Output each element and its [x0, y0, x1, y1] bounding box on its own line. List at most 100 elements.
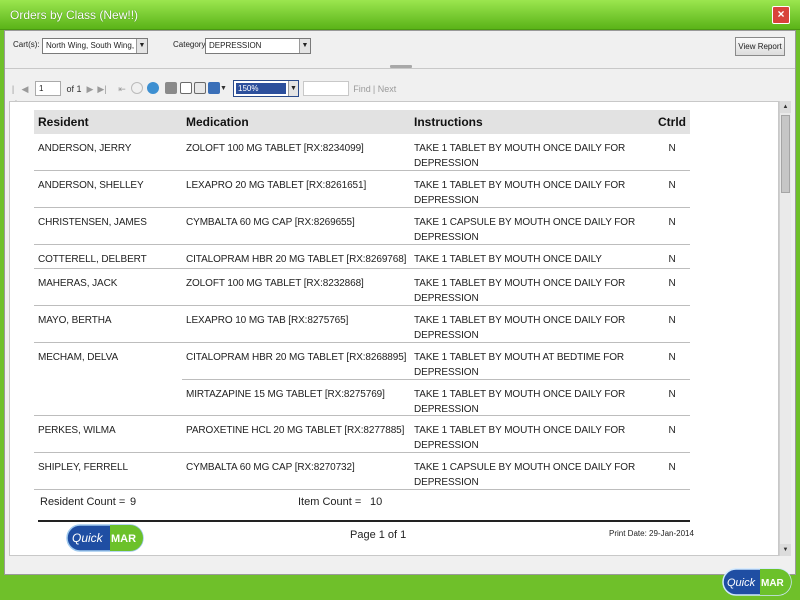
print-layout-icon[interactable] — [180, 82, 192, 94]
first-page-icon[interactable]: |◀ — [9, 82, 17, 108]
vertical-scrollbar[interactable]: ▲ ▼ — [779, 101, 791, 556]
logo-quick-text: Quick — [72, 531, 104, 545]
medication: ZOLOFT 100 MG TABLET [RX:8234099] — [186, 143, 364, 154]
table-row: SHIPLEY, FERRELL CYMBALTA 60 MG CAP [RX:… — [34, 453, 690, 490]
find-button[interactable]: Find — [353, 82, 371, 96]
quickmar-brand-logo: Quick MAR — [722, 568, 792, 596]
view-report-button[interactable]: View Report — [735, 37, 785, 56]
quickmar-logo: Quick MAR — [66, 524, 144, 552]
brand-mar-text: MAR — [761, 578, 785, 589]
page-number-input[interactable]: 1 — [35, 81, 61, 96]
export-dropdown-icon[interactable]: ▼ — [220, 82, 227, 96]
ctrld-flag: N — [668, 462, 676, 473]
medication: LEXAPRO 10 MG TAB [RX:8275765] — [186, 315, 349, 326]
table-row: ANDERSON, JERRY ZOLOFT 100 MG TABLET [RX… — [34, 134, 690, 171]
previous-page-icon[interactable]: ◀ — [21, 82, 29, 96]
resident-name: SHIPLEY, FERRELL — [38, 462, 128, 473]
logo-mar-text: MAR — [111, 533, 136, 545]
ctrld-flag: N — [668, 217, 676, 228]
table-header: Resident Medication Instructions Ctrld — [34, 110, 690, 134]
report-page: Resident Medication Instructions Ctrld A… — [9, 101, 779, 556]
medication: CYMBALTA 60 MG CAP [RX:8269655] — [186, 217, 355, 228]
resident-name: PERKES, WILMA — [38, 425, 116, 436]
instructions: TAKE 1 CAPSULE BY MOUTH ONCE DAILY FOR D… — [414, 217, 636, 243]
footer-rule — [38, 520, 690, 522]
ctrld-flag: N — [668, 425, 676, 436]
chevron-down-icon: ▼ — [288, 81, 298, 96]
instructions: TAKE 1 TABLET BY MOUTH ONCE DAILY FOR DE… — [414, 143, 626, 169]
close-button[interactable]: × — [772, 6, 790, 24]
instructions: TAKE 1 TABLET BY MOUTH AT BEDTIME FOR DE… — [414, 352, 625, 378]
export-icon[interactable] — [208, 82, 220, 94]
page-setup-icon[interactable] — [194, 82, 206, 94]
print-date: Print Date: 29-Jan-2014 — [609, 529, 694, 538]
print-icon[interactable] — [165, 82, 177, 94]
medication: ZOLOFT 100 MG TABLET [RX:8232868] — [186, 278, 364, 289]
column-header-resident: Resident — [38, 115, 89, 129]
medication: CITALOPRAM HBR 20 MG TABLET [RX:8268895] — [186, 352, 407, 363]
brand-quick-text: Quick — [727, 577, 756, 589]
instructions: TAKE 1 TABLET BY MOUTH ONCE DAILY FOR DE… — [414, 389, 626, 415]
report-totals: Resident Count = 9 Item Count = 10 — [38, 496, 694, 516]
medication: CYMBALTA 60 MG CAP [RX:8270732] — [186, 462, 355, 473]
ctrld-flag: N — [668, 180, 676, 191]
scroll-up-icon[interactable]: ▲ — [780, 101, 791, 113]
splitter-grip[interactable] — [390, 65, 412, 68]
medication: CITALOPRAM HBR 20 MG TABLET [RX:8269768] — [186, 254, 407, 265]
resident-count-label: Resident Count = — [40, 496, 126, 508]
table-row: MECHAM, DELVA CITALOPRAM HBR 20 MG TABLE… — [34, 343, 690, 416]
ctrld-flag: N — [668, 389, 676, 400]
chevron-down-icon: ▼ — [136, 39, 147, 53]
resident-count: 9 — [130, 496, 137, 508]
page-footer-label: Page 1 of 1 — [350, 529, 407, 541]
close-icon: × — [777, 7, 785, 21]
instructions: TAKE 1 TABLET BY MOUTH ONCE DAILY FOR DE… — [414, 180, 626, 206]
table-row: CHRISTENSEN, JAMES CYMBALTA 60 MG CAP [R… — [34, 208, 690, 245]
stop-icon[interactable] — [131, 82, 143, 94]
page-count: of 1 — [66, 84, 82, 94]
find-input[interactable] — [303, 81, 349, 96]
ctrld-flag: N — [668, 254, 676, 265]
medication: MIRTAZAPINE 15 MG TABLET [RX:8275769] — [186, 389, 385, 400]
column-header-medication: Medication — [186, 115, 249, 129]
zoom-select[interactable]: 150% ▼ — [233, 80, 299, 97]
category-select[interactable]: DEPRESSION ▼ — [205, 38, 311, 54]
ctrld-flag: N — [668, 143, 676, 154]
resident-name: MAYO, BERTHA — [38, 315, 112, 326]
item-count-label: Item Count = — [298, 496, 362, 508]
table-row: MAYO, BERTHA LEXAPRO 10 MG TAB [RX:82757… — [34, 306, 690, 343]
resident-name: MECHAM, DELVA — [38, 352, 119, 363]
resident-name: ANDERSON, JERRY — [38, 143, 132, 154]
next-button[interactable]: Next — [377, 82, 397, 96]
instructions: TAKE 1 CAPSULE BY MOUTH ONCE DAILY FOR D… — [414, 462, 636, 488]
medication: PAROXETINE HCL 20 MG TABLET [RX:8277885] — [186, 425, 405, 436]
order-subrow: MIRTAZAPINE 15 MG TABLET [RX:8275769] TA… — [182, 379, 690, 415]
table-row: COTTERELL, DELBERT CITALOPRAM HBR 20 MG … — [34, 245, 690, 269]
table-row: ANDERSON, SHELLEY LEXAPRO 20 MG TABLET [… — [34, 171, 690, 208]
carts-label: Cart(s): — [13, 40, 40, 49]
title-bar: Orders by Class (New!!) × — [0, 0, 800, 30]
report-toolbar: |◀ ◀ 1 of 1 ▶ ▶| ⇤ ▼ 150% ▼ Find | Next — [5, 79, 795, 108]
resident-name: ANDERSON, SHELLEY — [38, 180, 144, 191]
resident-name: MAHERAS, JACK — [38, 278, 118, 289]
next-page-icon[interactable]: ▶ — [86, 82, 94, 96]
category-label: Category — [173, 40, 206, 49]
carts-select[interactable]: North Wing, South Wing, West ▼ — [42, 38, 148, 54]
instructions: TAKE 1 TABLET BY MOUTH ONCE DAILY FOR DE… — [414, 315, 626, 341]
chevron-down-icon: ▼ — [299, 39, 310, 53]
resident-name: COTTERELL, DELBERT — [38, 254, 147, 265]
refresh-icon[interactable] — [147, 82, 159, 94]
ctrld-flag: N — [668, 352, 676, 363]
instructions: TAKE 1 TABLET BY MOUTH ONCE DAILY FOR DE… — [414, 278, 626, 304]
orders-table: Resident Medication Instructions Ctrld A… — [34, 110, 690, 490]
instructions: TAKE 1 TABLET BY MOUTH ONCE DAILY FOR DE… — [414, 425, 626, 451]
back-icon[interactable]: ⇤ — [117, 82, 127, 96]
category-select-value: DEPRESSION — [209, 41, 262, 50]
scrollbar-thumb[interactable] — [781, 115, 790, 193]
scroll-down-icon[interactable]: ▼ — [780, 544, 791, 556]
window-title: Orders by Class (New!!) — [10, 8, 139, 22]
ctrld-flag: N — [668, 315, 676, 326]
last-page-icon[interactable]: ▶| — [97, 82, 107, 96]
column-header-ctrld: Ctrld — [658, 115, 686, 129]
medication: LEXAPRO 20 MG TABLET [RX:8261651] — [186, 180, 367, 191]
